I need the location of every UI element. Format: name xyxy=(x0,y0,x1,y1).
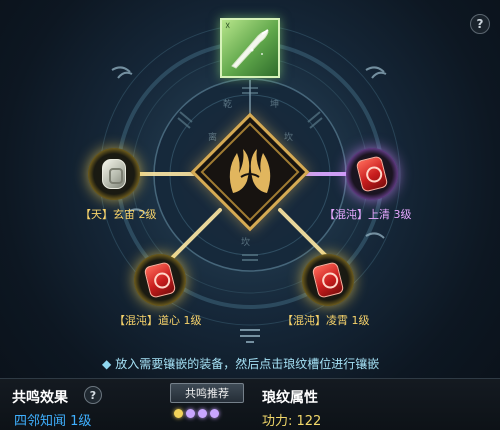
twin-phoenix-emblem-icon xyxy=(229,149,271,193)
resonance-recommend-button[interactable]: 共鸣推荐 xyxy=(170,383,244,403)
svg-text:坤: 坤 xyxy=(270,98,279,110)
resonance-help-button[interactable]: ? xyxy=(84,386,102,404)
rune-slot-lingxiao[interactable] xyxy=(302,254,354,306)
red-rune-icon xyxy=(143,261,177,299)
rune-slot-shangqing-label: 【混沌】上清 3级 xyxy=(324,208,412,221)
rune-slot-daoxin-label: 【混沌】道心 1级 xyxy=(114,314,202,327)
rune-attributes-title: 琅纹属性 xyxy=(262,390,318,406)
resonance-title: 共鸣效果 xyxy=(12,390,68,406)
resonance-dots xyxy=(174,409,219,418)
resonance-dot xyxy=(198,409,207,418)
rune-slot-daoxin[interactable] xyxy=(134,254,186,306)
svg-text:乾: 乾 xyxy=(223,98,232,110)
equipment-slot[interactable]: ☓ xyxy=(220,18,280,78)
diamond-bullet-icon: ◆ xyxy=(102,357,112,371)
rune-attributes-value: 功力: 122 xyxy=(262,414,322,429)
rune-slot-xuanzhou-label: 【天】玄宙 2级 xyxy=(80,208,157,221)
rune-slot-lingxiao-label: 【混沌】凌霄 1级 xyxy=(282,314,370,327)
svg-text:坎: 坎 xyxy=(241,236,250,248)
bottom-info-bar: 共鸣效果 ? 四邻知闻 1级 共鸣推荐 琅纹属性 功力: 122 xyxy=(0,378,500,430)
bone-blade-icon xyxy=(231,29,269,69)
resonance-dot xyxy=(186,409,195,418)
help-button[interactable]: ? xyxy=(470,14,490,34)
red-rune-icon xyxy=(355,155,389,193)
inlay-hint-text: 放入需要镶嵌的装备，然后点击琅纹槽位进行镶嵌 xyxy=(115,357,380,371)
silver-rune-icon xyxy=(102,159,126,189)
inlay-hint: ◆ 放入需要镶嵌的装备，然后点击琅纹槽位进行镶嵌 xyxy=(102,355,379,372)
rune-slot-xuanzhou[interactable] xyxy=(88,148,140,200)
resonance-dot xyxy=(210,409,219,418)
rune-inlay-panel: 乾坤 离坎 坎 ? ☓ 【天】玄宙 2级 【混沌】上清 3级 【混沌】道心 1级… xyxy=(0,0,500,430)
red-rune-icon xyxy=(311,261,345,299)
rune-slot-shangqing[interactable] xyxy=(346,148,398,200)
resonance-value: 四邻知闻 1级 xyxy=(14,414,92,429)
resonance-dot xyxy=(174,409,183,418)
slot-tag: ☓ xyxy=(225,21,231,32)
